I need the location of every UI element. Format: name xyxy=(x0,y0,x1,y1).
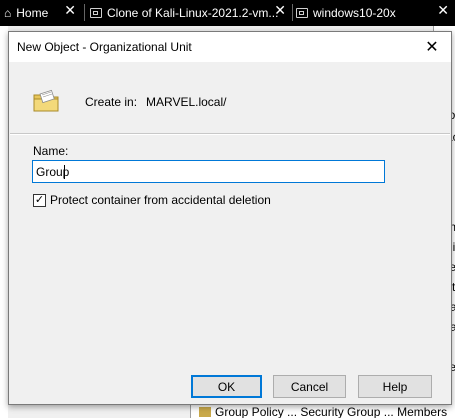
organizational-unit-icon xyxy=(33,89,59,112)
protect-checkbox-label[interactable]: Protect container from accidental deleti… xyxy=(50,193,271,207)
dialog-title: New Object - Organizational Unit xyxy=(17,40,192,54)
close-icon[interactable]: ✕ xyxy=(437,2,449,19)
close-icon[interactable]: ✕ xyxy=(274,2,286,19)
vm-tab-label: Home xyxy=(16,5,49,20)
vm-tab-kali[interactable]: Clone of Kali-Linux-2021.2-vm... ✕ xyxy=(90,2,286,23)
divider xyxy=(10,133,450,135)
background-tree-pane xyxy=(0,26,8,418)
new-ou-dialog: New Object - Organizational Unit ✕ Creat… xyxy=(8,31,452,405)
name-input[interactable] xyxy=(32,160,385,183)
vm-tab-windows10[interactable]: windows10-20x ✕ xyxy=(296,2,455,23)
tab-separator xyxy=(84,4,85,21)
cancel-button[interactable]: Cancel xyxy=(273,375,346,398)
vm-icon xyxy=(296,7,308,18)
background-row-text: Group Policy ... Security Group ... Memb… xyxy=(215,405,448,418)
create-in-label: Create in: xyxy=(85,95,138,109)
background-list-row: Group Policy ... Security Group ... Memb… xyxy=(190,405,455,418)
name-label: Name: xyxy=(33,144,69,158)
dialog-titlebar[interactable]: New Object - Organizational Unit ✕ xyxy=(9,32,451,62)
close-button[interactable]: ✕ xyxy=(413,32,451,62)
vm-tab-home[interactable]: ⌂ Home ✕ xyxy=(4,2,76,23)
vm-tab-bar: ⌂ Home ✕ Clone of Kali-Linux-2021.2-vm..… xyxy=(0,0,455,26)
group-icon xyxy=(199,407,211,417)
create-in-value: MARVEL.local/ xyxy=(146,95,227,109)
help-button[interactable]: Help xyxy=(358,375,432,398)
close-icon[interactable]: ✕ xyxy=(64,2,76,19)
vm-tab-label: windows10-20x xyxy=(313,5,396,20)
screen: ⌂ Home ✕ Clone of Kali-Linux-2021.2-vm..… xyxy=(0,0,455,418)
protect-checkbox[interactable]: ✓ xyxy=(33,194,46,207)
home-icon: ⌂ xyxy=(4,5,12,20)
text-caret xyxy=(64,165,65,179)
ok-button[interactable]: OK xyxy=(191,375,262,398)
vm-tab-label: Clone of Kali-Linux-2021.2-vm... xyxy=(107,5,279,20)
vm-icon xyxy=(90,7,102,18)
tab-separator xyxy=(292,4,293,21)
